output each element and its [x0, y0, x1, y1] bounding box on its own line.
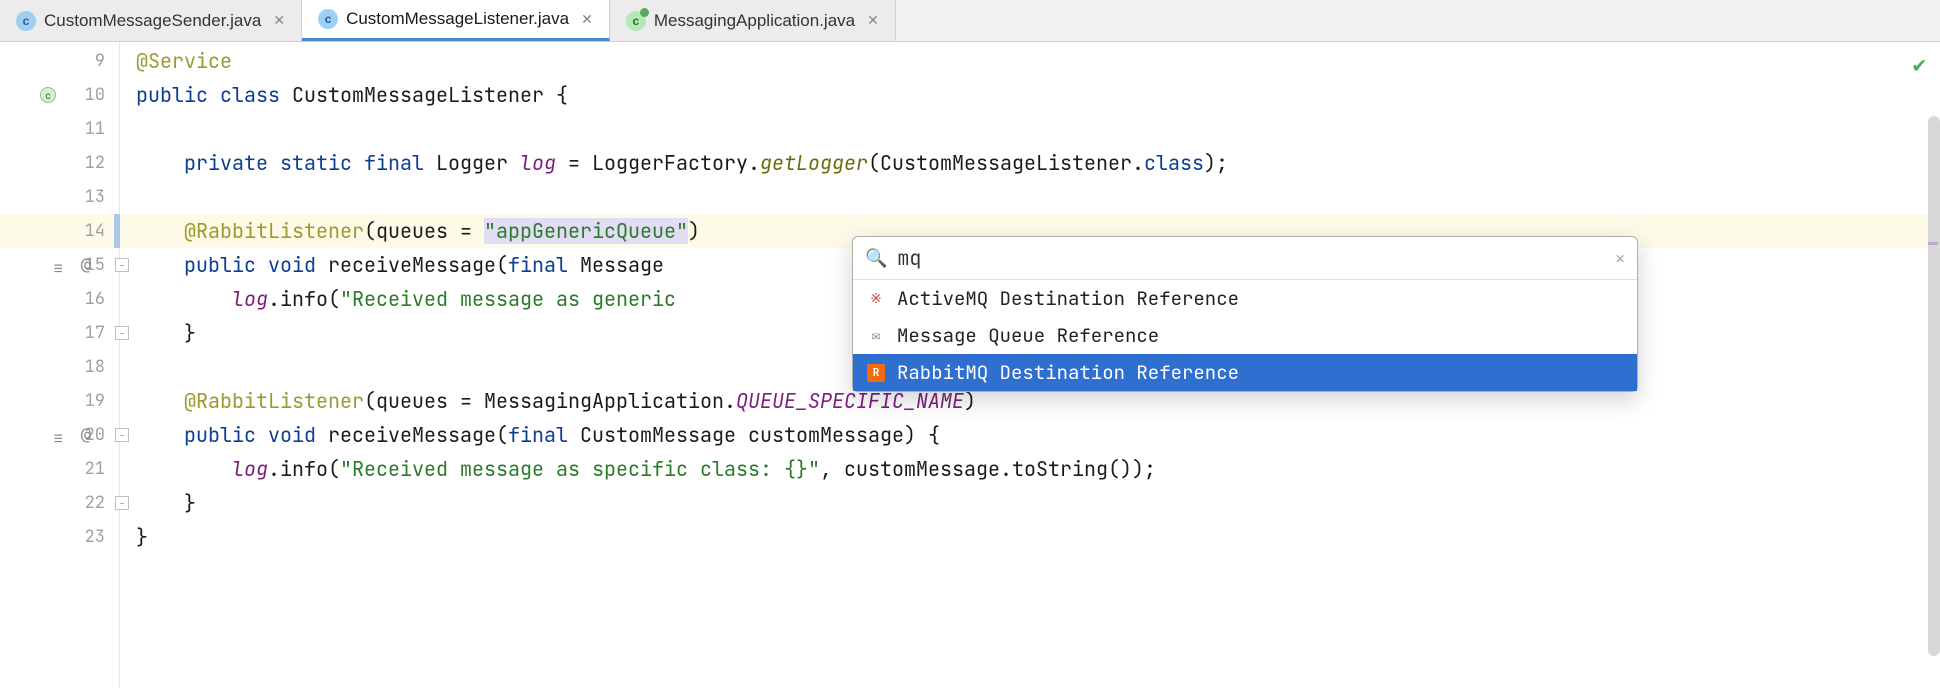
gutter-line[interactable]: 16 [0, 282, 119, 316]
code-line[interactable]: log.info("Received message as specific c… [120, 452, 1940, 486]
search-icon: 🔍 [865, 247, 887, 270]
tab-custom-message-listener[interactable]: c CustomMessageListener.java ✕ [302, 0, 610, 41]
close-icon[interactable]: ✕ [867, 12, 879, 29]
popup-item-label: ActiveMQ Destination Reference [897, 286, 1239, 311]
tab-bar: c CustomMessageSender.java ✕ c CustomMes… [0, 0, 1940, 42]
code-line[interactable] [120, 180, 1940, 214]
scrollbar-thumb[interactable] [1928, 116, 1940, 656]
popup-item-activemq[interactable]: ※ ActiveMQ Destination Reference [853, 280, 1637, 317]
overview-ruler[interactable] [1926, 42, 1940, 688]
gutter-line[interactable]: 19 [0, 384, 119, 418]
gutter-line[interactable]: c 10 [0, 78, 119, 112]
inspection-ok-icon[interactable]: ✔ [1913, 50, 1926, 79]
editor-area: 9 c 10 11 12 13 14 ≡ @ 15 − 16 17− 18 19… [0, 42, 1940, 688]
popup-search-input[interactable] [897, 245, 1605, 271]
code-line[interactable] [120, 112, 1940, 146]
popup-search-row: 🔍 ✕ [853, 237, 1637, 280]
annotation-at-icon: @ [81, 255, 91, 275]
close-icon[interactable]: ✕ [273, 12, 285, 29]
popup-item-label: Message Queue Reference [897, 323, 1159, 348]
tab-label: MessagingApplication.java [654, 11, 855, 31]
code-line[interactable]: } [120, 486, 1940, 520]
tab-custom-message-sender[interactable]: c CustomMessageSender.java ✕ [0, 0, 302, 41]
ruler-mark[interactable] [1928, 242, 1938, 245]
popup-item-rabbitmq[interactable]: R RabbitMQ Destination Reference [853, 354, 1637, 391]
override-icon[interactable]: ≡ [53, 428, 67, 442]
gutter-line[interactable]: 9 [0, 44, 119, 78]
gutter-line[interactable]: 22− [0, 486, 119, 520]
gutter-line[interactable]: 17− [0, 316, 119, 350]
gutter-line[interactable]: ≡ @ 20 − [0, 418, 119, 452]
gutter-line[interactable]: 12 [0, 146, 119, 180]
gutter-line[interactable]: 21 [0, 452, 119, 486]
code-line[interactable]: public void receiveMessage(final CustomM… [120, 418, 1940, 452]
code-line[interactable]: public class CustomMessageListener { [120, 78, 1940, 112]
java-runnable-class-icon: c [626, 11, 646, 31]
tab-label: CustomMessageListener.java [346, 9, 569, 29]
message-queue-icon: ✉ [867, 327, 885, 345]
popup-item-label: RabbitMQ Destination Reference [897, 360, 1239, 385]
code-line[interactable]: } [120, 520, 1940, 554]
gutter-line[interactable]: 18 [0, 350, 119, 384]
gutter-line[interactable]: ≡ @ 15 − [0, 248, 119, 282]
code-line[interactable]: private static final Logger log = Logger… [120, 146, 1940, 180]
java-class-icon: c [16, 11, 36, 31]
gutter-line[interactable]: 23 [0, 520, 119, 554]
gutter: 9 c 10 11 12 13 14 ≡ @ 15 − 16 17− 18 19… [0, 42, 120, 688]
code-line[interactable]: @Service [120, 44, 1940, 78]
annotation-at-icon: @ [81, 425, 91, 445]
java-class-icon: c [318, 9, 338, 29]
caret-line-stripe [114, 214, 120, 248]
tab-messaging-application[interactable]: c MessagingApplication.java ✕ [610, 0, 896, 41]
gutter-line[interactable]: 11 [0, 112, 119, 146]
gutter-line[interactable]: 13 [0, 180, 119, 214]
completion-popup: 🔍 ✕ ※ ActiveMQ Destination Reference ✉ M… [852, 236, 1638, 392]
clear-icon[interactable]: ✕ [1615, 248, 1625, 269]
gutter-line[interactable]: 14 [0, 214, 119, 248]
rabbitmq-icon: R [867, 364, 885, 382]
activemq-icon: ※ [867, 290, 885, 308]
close-icon[interactable]: ✕ [581, 11, 593, 28]
override-icon[interactable]: ≡ [53, 258, 67, 272]
code-editor[interactable]: ✔ @Service public class CustomMessageLis… [120, 42, 1940, 688]
popup-item-message-queue[interactable]: ✉ Message Queue Reference [853, 317, 1637, 354]
spring-bean-icon[interactable]: c [40, 87, 56, 103]
tab-label: CustomMessageSender.java [44, 11, 261, 31]
